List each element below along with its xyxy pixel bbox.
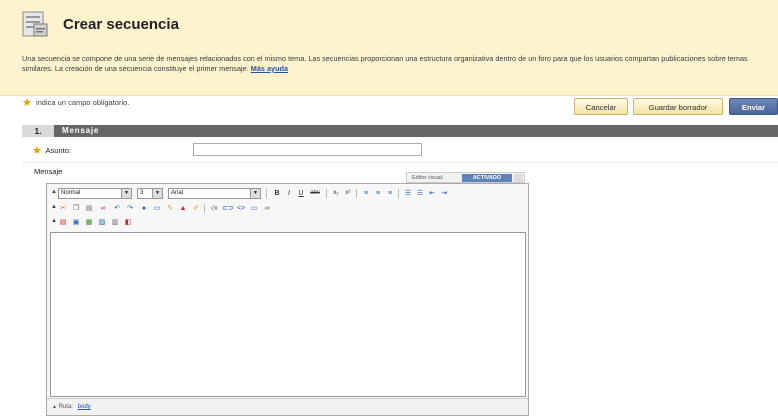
insert-image-icon[interactable]: ▣ (71, 217, 81, 228)
visual-editor-state[interactable]: ACTIVADO (462, 174, 512, 182)
section-number: 1. (22, 125, 54, 137)
copy-icon[interactable]: ❐ (71, 203, 81, 214)
help-link[interactable]: Más ayuda (251, 64, 288, 73)
divider (22, 162, 778, 163)
section-header: 1. Mensaje (22, 125, 778, 137)
subject-label: ★ Asunto: (32, 144, 71, 157)
highlight-icon[interactable]: ✐ (191, 203, 201, 214)
collapse-toolbar-icon[interactable]: ▲ (51, 218, 57, 224)
undo-icon[interactable]: ↶ (112, 203, 122, 214)
unlink-icon[interactable]: ∞ (98, 203, 108, 214)
page-header: Crear secuencia Una secuencia se compone… (0, 0, 778, 96)
cut-icon[interactable]: ✂ (58, 203, 68, 214)
toolbar-separator (356, 189, 357, 198)
section-title: Mensaje (62, 126, 100, 135)
chevron-down-icon[interactable]: ▼ (121, 189, 131, 198)
toolbar-separator (398, 189, 399, 198)
chevron-down-icon[interactable]: ▼ (250, 189, 260, 198)
toolbar-separator (204, 204, 205, 213)
html-code-icon[interactable]: <> (236, 203, 246, 214)
underline-icon[interactable]: U (296, 188, 306, 199)
attach-file-icon[interactable]: ▤ (58, 217, 68, 228)
required-star-icon: ★ (22, 97, 32, 109)
subject-label-text: Asunto: (45, 146, 71, 155)
align-left-icon[interactable]: ≡ (361, 188, 371, 199)
toolbar-row-2: ▲ ✂ ❐ ▤ ∞ ↶ ↷ ● ▭ ✎ ▲ ✐ √x ⊂⊃ <> ▭ ∞ (49, 203, 527, 215)
align-right-icon[interactable]: ≡ (385, 188, 395, 199)
font-family-select[interactable]: Arial ▼ (168, 188, 261, 199)
insert-flash-icon[interactable]: ◧ (123, 217, 133, 228)
collapse-toolbar-icon[interactable]: ▲ (51, 189, 57, 195)
editor-path: ▲ Ruta: body (52, 404, 91, 410)
paste-icon[interactable]: ▤ (84, 203, 94, 214)
indent-icon[interactable]: ⇥ (439, 188, 449, 199)
required-note: ★ indica un campo obligatorio. (22, 96, 129, 109)
message-label: Mensaje (34, 167, 63, 176)
numbered-list-icon[interactable]: ☰ (403, 188, 413, 199)
strikethrough-icon[interactable]: abc (308, 188, 322, 199)
align-center-icon[interactable]: ≡ (373, 188, 383, 199)
path-body-link[interactable]: body (78, 404, 91, 410)
toolbar-row-1: ▲ Normal ▼ 3 ▼ Arial ▼ B I U abc x₂ x² ≡… (49, 188, 527, 200)
visual-editor-toggle[interactable]: Editor visual: ACTIVADO (406, 172, 525, 183)
outdent-icon[interactable]: ⇤ (427, 188, 437, 199)
toolbar-row-3: ▲ ▤ ▣ ▦ ▨ ▥ ◧ (49, 217, 527, 229)
spellcheck-icon[interactable]: ∞ (262, 203, 272, 214)
path-label: Ruta: (58, 404, 73, 410)
text-color-icon[interactable]: ▲ (178, 203, 188, 214)
save-draft-button[interactable]: Guardar borrador (633, 98, 723, 115)
globe-icon[interactable]: ● (139, 203, 149, 214)
insert-media-icon[interactable]: ▦ (84, 217, 94, 228)
collapse-toolbar-icon[interactable]: ▲ (51, 204, 57, 210)
format-select[interactable]: Normal ▼ (58, 188, 132, 199)
redo-icon[interactable]: ↷ (125, 203, 135, 214)
cancel-button[interactable]: Cancelar (574, 98, 628, 115)
subscript-icon[interactable]: x₂ (331, 188, 341, 199)
description-text: Una secuencia se compone de una serie de… (22, 54, 748, 73)
send-button[interactable]: Enviar (729, 98, 778, 115)
required-star-icon: ★ (32, 145, 42, 157)
embed-icon[interactable]: ⊂⊃ (222, 203, 234, 214)
page-description: Una secuencia se compone de una serie de… (22, 54, 762, 74)
required-note-text: indica un campo obligatorio. (35, 98, 130, 107)
subject-input[interactable] (193, 143, 422, 156)
chevron-down-icon[interactable]: ▼ (152, 189, 162, 198)
toggle-knob[interactable] (514, 174, 523, 182)
editor-status-bar: ▲ Ruta: body (47, 398, 528, 415)
bullet-list-icon[interactable]: ☰ (415, 188, 425, 199)
font-size-select[interactable]: 3 ▼ (137, 188, 163, 199)
italic-icon[interactable]: I (284, 188, 294, 199)
thread-icon (22, 11, 48, 37)
page-title: Crear secuencia (63, 16, 179, 33)
font-size-value: 3 (140, 190, 144, 196)
resize-icon[interactable]: ▲ (52, 404, 57, 410)
message-textarea[interactable] (50, 232, 526, 397)
bold-icon[interactable]: B (272, 188, 282, 199)
superscript-icon[interactable]: x² (343, 188, 353, 199)
format-value: Normal (61, 190, 81, 196)
pencil-icon[interactable]: ✎ (165, 203, 175, 214)
font-family-value: Arial (171, 190, 184, 196)
insert-audio-icon[interactable]: ▥ (110, 217, 120, 228)
toolbar-separator (326, 189, 327, 198)
frame-icon[interactable]: ▭ (249, 203, 259, 214)
rich-text-editor: ▲ Normal ▼ 3 ▼ Arial ▼ B I U abc x₂ x² ≡… (46, 183, 529, 416)
insert-video-icon[interactable]: ▨ (97, 217, 107, 228)
math-icon[interactable]: √x (209, 203, 219, 214)
table-icon[interactable]: ▭ (152, 203, 162, 214)
visual-editor-label: Editor visual: (412, 175, 444, 181)
toolbar-separator (266, 189, 267, 198)
